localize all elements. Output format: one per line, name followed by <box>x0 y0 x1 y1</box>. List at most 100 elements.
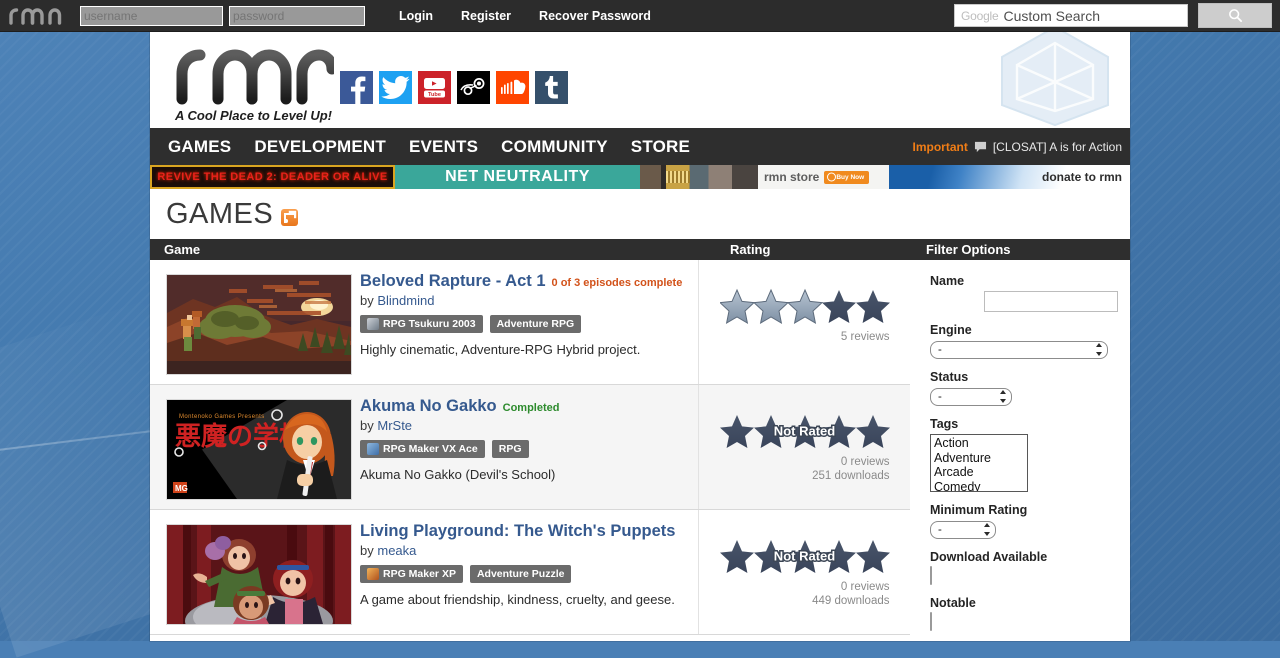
filter-tag-option[interactable]: Adventure <box>934 451 1027 466</box>
game-status: 0 of 3 episodes complete <box>551 277 683 289</box>
game-title[interactable]: Akuma No Gakko <box>360 397 497 415</box>
filter-download-available-label: Download Available <box>930 550 1048 564</box>
thumbnail-cell <box>150 260 352 384</box>
banner-rmn-store[interactable]: rmn store Buy Now <box>758 165 889 189</box>
twitter-icon[interactable] <box>379 71 412 104</box>
game-title[interactable]: Beloved Rapture - Act 1 <box>360 272 546 290</box>
filter-tags-row: Tags Action Adventure Arcade Comedy <box>930 417 1118 492</box>
filter-name-label: Name <box>930 274 965 288</box>
banner-store-label: rmn store <box>764 170 820 184</box>
recover-password-link[interactable]: Recover Password <box>539 9 651 23</box>
username-input[interactable] <box>80 5 223 26</box>
star-rating[interactable]: Not Rated <box>719 536 890 576</box>
table-row: Beloved Rapture - Act 1 0 of 3 episodes c… <box>150 260 910 385</box>
game-description: Akuma No Gakko (Devil's School) <box>360 467 556 482</box>
filter-status-row: Status - <box>930 370 1118 406</box>
buy-now-button[interactable]: Buy Now <box>824 170 870 184</box>
filter-tags-listbox[interactable]: Action Adventure Arcade Comedy <box>930 434 1028 492</box>
game-title[interactable]: Living Playground: The Witch's Puppets <box>360 522 675 540</box>
star-rating[interactable]: Not Rated <box>719 411 890 451</box>
filter-engine-select[interactable]: - <box>930 341 1108 359</box>
facebook-icon[interactable] <box>340 71 373 104</box>
filter-tag-option[interactable]: Arcade <box>934 465 1027 480</box>
by-label: by <box>360 418 374 433</box>
game-info: Akuma No Gakko Completed by MrSte RPG Mak… <box>352 385 698 509</box>
nav-events[interactable]: EVENTS <box>409 137 478 157</box>
content-area: Game Rating Beloved Rapture - Act 1 0 of… <box>150 239 1130 635</box>
banner-netneutrality-label: NET NEUTRALITY <box>445 168 590 185</box>
not-rated-label: Not Rated <box>772 547 836 565</box>
banner-revive-the-dead[interactable]: REVIVE THE DEAD 2: DEADER OR ALIVE <box>150 165 395 189</box>
rpg-tsukuru-2003-icon <box>367 318 379 330</box>
search-button[interactable] <box>1198 3 1272 28</box>
topbar-rmn-logo[interactable] <box>0 7 80 25</box>
rmn-logo-icon <box>176 49 338 105</box>
genre-tag[interactable]: Adventure RPG <box>489 315 582 333</box>
banner-donate[interactable]: donate to rmn <box>889 165 1130 189</box>
google-brand-label: Google <box>961 8 999 23</box>
rating-cell: Not Rated 0 reviews 449 downloads <box>698 510 910 634</box>
filter-notable-checkbox[interactable] <box>930 612 932 631</box>
login-link[interactable]: Login <box>399 9 433 23</box>
rating-cell: 5 reviews <box>698 260 910 384</box>
search-area: Google Custom Search <box>954 3 1280 28</box>
filter-options-body: Name Engine - Status - Tags Action Adven… <box>910 260 1130 641</box>
filter-minimum-rating-select[interactable]: - <box>930 521 996 539</box>
genre-tag[interactable]: RPG <box>491 440 529 458</box>
filter-options-panel: Filter Options Name Engine - Status - Ta… <box>910 239 1130 631</box>
table-row: Living Playground: The Witch's Puppets b… <box>150 510 910 635</box>
website-page: A Cool Place to Level Up! Tube GAMES DEV… <box>150 31 1130 641</box>
filter-status-select[interactable]: - <box>930 388 1012 406</box>
engine-tag-label: RPG Tsukuru 2003 <box>383 318 476 330</box>
engine-tag-label: RPG Maker VX Ace <box>383 443 478 455</box>
beloved-rapture-thumbnail[interactable] <box>166 274 352 375</box>
review-count: 0 reviews <box>840 581 890 593</box>
nav-important-notice[interactable]: Important [CLOSAT] A is for Action <box>912 128 1122 165</box>
page-title-bar: GAMES <box>150 189 1130 239</box>
filter-download-available-checkbox[interactable] <box>930 566 932 585</box>
akuma-no-gakko-thumbnail[interactable]: Montenoko Games Presents 悪魔の学校 MG <box>166 399 352 500</box>
register-link[interactable]: Register <box>461 9 511 23</box>
notice-title: [CLOSAT] A is for Action <box>992 139 1122 154</box>
steam-icon[interactable] <box>457 71 490 104</box>
rss-icon[interactable] <box>281 208 299 226</box>
svg-text:MG: MG <box>175 484 188 493</box>
nav-games[interactable]: GAMES <box>168 137 231 157</box>
not-rated-label: Not Rated <box>772 422 836 440</box>
filter-name-row: Name <box>930 274 1118 312</box>
genre-tag[interactable]: Adventure Puzzle <box>469 565 572 583</box>
banner-pixel-art[interactable] <box>640 165 758 189</box>
star-rating[interactable] <box>719 286 890 326</box>
nav-community[interactable]: COMMUNITY <box>501 137 608 157</box>
game-tags: RPG Maker VX Ace RPG <box>360 440 688 458</box>
site-header: A Cool Place to Level Up! Tube <box>150 31 1130 128</box>
game-author-link[interactable]: meaka <box>377 543 416 558</box>
tumblr-icon[interactable] <box>535 71 568 104</box>
game-author-link[interactable]: Blindmind <box>377 293 434 308</box>
filter-status-label: Status <box>930 370 969 384</box>
table-row: Montenoko Games Presents 悪魔の学校 MG Akuma … <box>150 385 910 510</box>
rmn-logo[interactable] <box>174 47 338 110</box>
nav-development[interactable]: DEVELOPMENT <box>254 137 386 157</box>
engine-tag[interactable]: RPG Maker VX Ace <box>360 440 485 458</box>
nav-store[interactable]: STORE <box>631 137 690 157</box>
site-tagline: A Cool Place to Level Up! <box>175 108 332 123</box>
filter-name-input[interactable] <box>984 291 1118 312</box>
filter-notable-label: Notable <box>930 596 976 610</box>
filter-tag-option[interactable]: Action <box>934 436 1027 451</box>
engine-tag[interactable]: RPG Tsukuru 2003 <box>360 315 483 333</box>
review-count: 0 reviews <box>840 456 890 468</box>
filter-tag-option[interactable]: Comedy <box>934 480 1027 492</box>
rating-meta: 0 reviews 251 downloads <box>720 455 890 483</box>
game-author-link[interactable]: MrSte <box>377 418 412 433</box>
engine-tag[interactable]: RPG Maker XP <box>360 565 463 583</box>
password-input[interactable] <box>229 5 365 26</box>
living-playground-thumbnail[interactable] <box>166 524 352 625</box>
download-count: 449 downloads <box>812 595 890 607</box>
banner-net-neutrality[interactable]: NET NEUTRALITY <box>395 165 640 189</box>
soundcloud-icon[interactable] <box>496 71 529 104</box>
game-description: A game about friendship, kindness, cruel… <box>360 592 675 607</box>
table-header: Game Rating <box>150 239 910 260</box>
youtube-icon[interactable]: Tube <box>418 71 451 104</box>
google-custom-search-input[interactable]: Google Custom Search <box>954 4 1188 27</box>
